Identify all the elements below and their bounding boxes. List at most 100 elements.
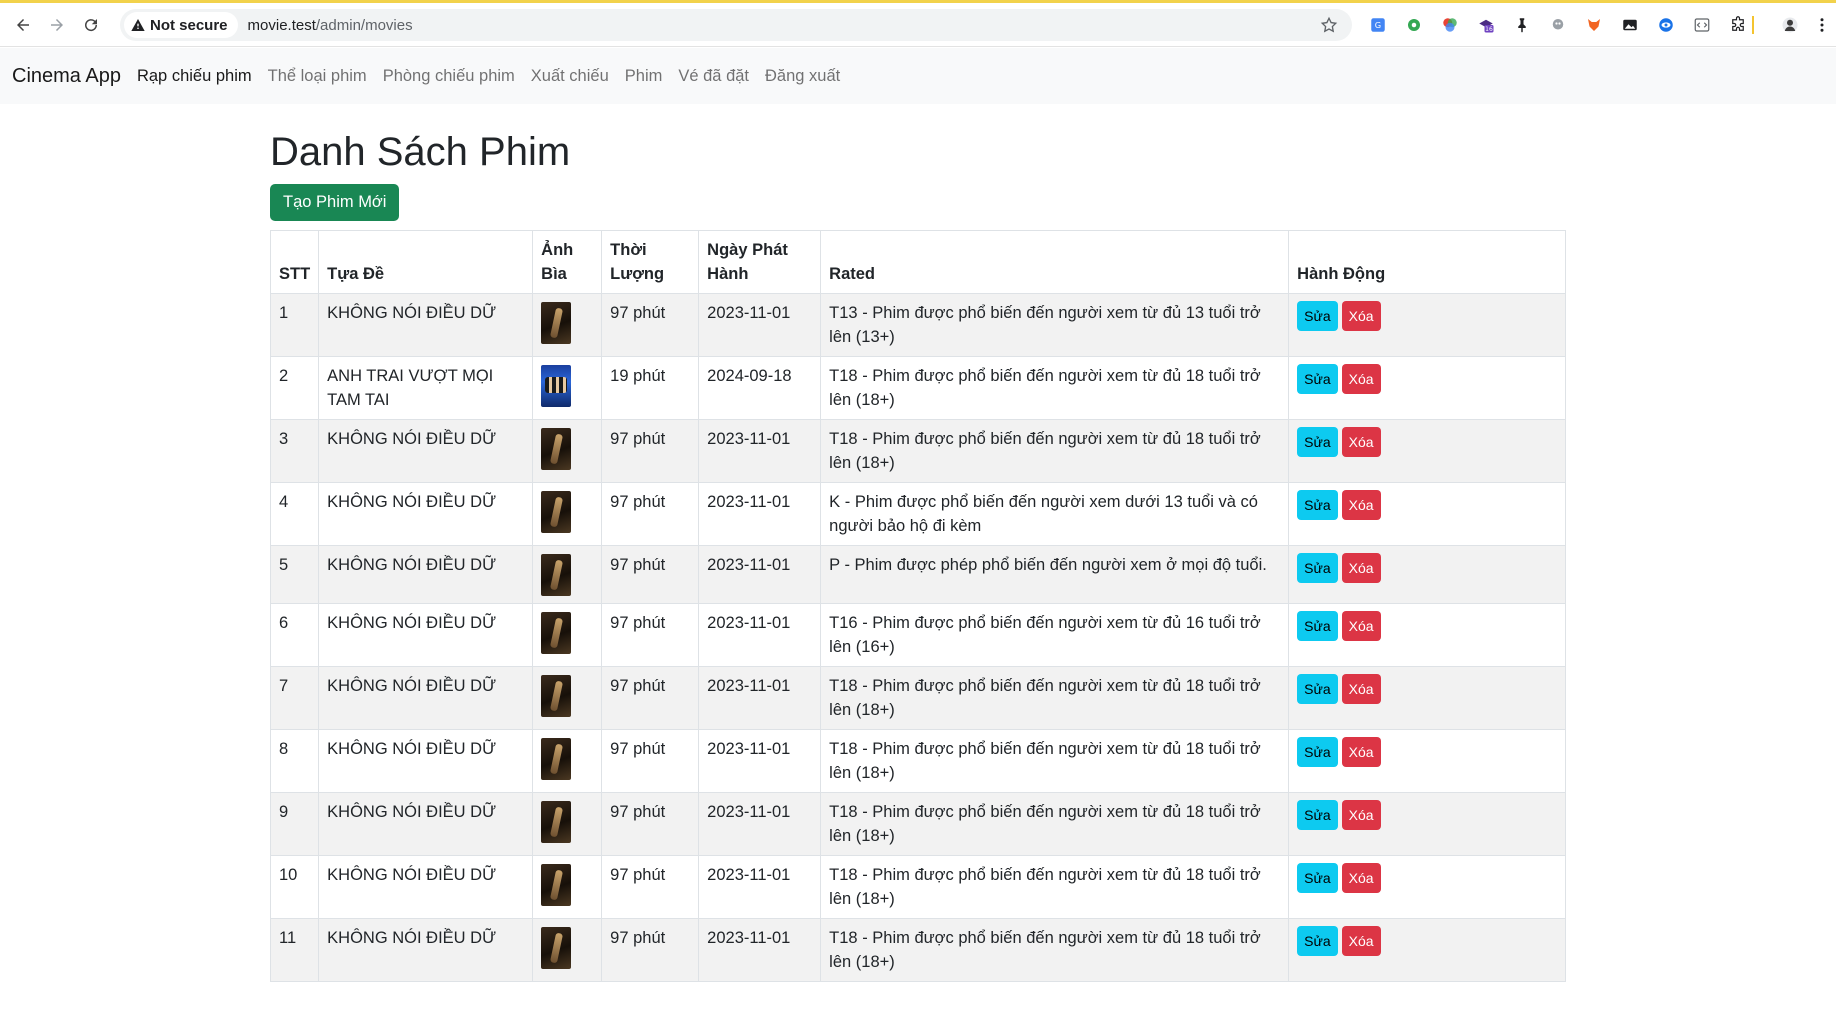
cell-duration: 19 phút [601,356,700,420]
brand-logo-text[interactable]: Cinema App [12,65,121,88]
edit-button[interactable]: Sửa [1297,553,1338,583]
delete-button[interactable]: Xóa [1341,301,1381,331]
cell-rated: T18 - Phim được phổ biến đến người xem t… [820,356,1290,420]
url-path: /admin/movies [315,16,413,34]
cell-poster [532,482,603,546]
cell-rated: T18 - Phim được phổ biến đến người xem t… [820,855,1290,919]
table-row: 6 KHÔNG NÓI ĐIỀU DỮ 97 phút 2023-11-01 T16 -… [269,603,1566,667]
puzzle-extensions-icon[interactable] [1728,15,1748,35]
hat-extension-icon[interactable]: 16 [1476,15,1496,35]
cell-release: 2023-11-01 [698,792,822,856]
address-bar[interactable]: Not secure movie.test/admin/movies [120,9,1352,41]
cell-poster [532,356,603,420]
delete-button[interactable]: Xóa [1341,737,1381,767]
nav-links: Rạp chiếu phim Thể loại phim Phòng chiếu… [137,67,856,86]
delete-button[interactable]: Xóa [1341,364,1381,394]
cell-stt: 9 [269,792,320,856]
edit-button[interactable]: Sửa [1297,364,1338,394]
cell-rated: T18 - Phim được phổ biến đến người xem t… [820,792,1290,856]
security-chip[interactable]: Not secure [124,12,238,38]
movie-poster-image [541,864,572,906]
movie-poster-image [541,491,572,533]
delete-button[interactable]: Xóa [1341,553,1381,583]
row-actions: Sửa Xóa [1297,926,1557,956]
delete-button[interactable]: Xóa [1341,800,1381,830]
cell-stt: 5 [269,545,320,604]
cell-stt: 11 [269,918,320,982]
movies-table: STT Tựa Đề Ảnh Bìa Thời Lượng Ngày Phát … [269,230,1566,982]
cell-title: KHÔNG NÓI ĐIỀU DỮ [318,482,534,546]
translate-extension-icon[interactable]: G [1368,15,1388,35]
cell-rated: T18 - Phim được phổ biến đến người xem t… [820,729,1290,793]
nav-link-movies[interactable]: Phim [625,67,663,86]
nav-link-genres[interactable]: Thể loại phim [268,67,367,86]
ghost-extension-icon[interactable] [1548,15,1568,35]
edit-button[interactable]: Sửa [1297,800,1338,830]
gear-extension-icon[interactable] [1404,15,1424,35]
cell-rated: P - Phim được phép phổ biến đến người xe… [820,545,1290,604]
edit-button[interactable]: Sửa [1297,611,1338,641]
image-extension-icon[interactable] [1620,15,1640,35]
cell-stt: 3 [269,419,320,483]
cell-actions: Sửa Xóa [1288,666,1566,730]
cell-actions: Sửa Xóa [1288,419,1566,483]
delete-button[interactable]: Xóa [1341,926,1381,956]
delete-button[interactable]: Xóa [1341,490,1381,520]
cell-poster [532,792,603,856]
pin-extension-icon[interactable] [1512,15,1532,35]
row-actions: Sửa Xóa [1297,490,1557,520]
cell-duration: 97 phút [601,419,700,483]
extension-badge: 16 [1485,26,1493,33]
nav-link-showtimes[interactable]: Xuất chiếu [531,67,609,86]
back-icon[interactable] [12,14,34,36]
more-menu-icon[interactable] [1812,15,1832,35]
cell-release: 2023-11-01 [698,855,822,919]
delete-button[interactable]: Xóa [1341,611,1381,641]
delete-button[interactable]: Xóa [1341,674,1381,704]
edit-button[interactable]: Sửa [1297,427,1338,457]
cell-title: KHÔNG NÓI ĐIỀU DỮ [318,855,534,919]
table-row: 1 KHÔNG NÓI ĐIỀU DỮ 97 phút 2023-11-01 T13 -… [269,293,1566,357]
nav-link-theaters[interactable]: Rạp chiếu phim [137,67,252,86]
nav-link-rooms[interactable]: Phòng chiếu phim [383,67,515,86]
cell-poster [532,603,603,667]
bookmark-star-icon[interactable] [1320,16,1338,34]
create-movie-button[interactable]: Tạo Phim Mới [270,184,400,221]
cell-duration: 97 phút [601,545,700,604]
cell-release: 2023-11-01 [698,545,822,604]
cell-title: KHÔNG NÓI ĐIỀU DỮ [318,293,534,357]
cell-poster [532,729,603,793]
movie-poster-image [541,554,572,596]
nav-link-tickets[interactable]: Vé đã đặt [678,67,749,86]
edit-button[interactable]: Sửa [1297,301,1338,331]
row-actions: Sửa Xóa [1297,427,1557,457]
cell-duration: 97 phút [601,918,700,982]
table-row: 5 KHÔNG NÓI ĐIỀU DỮ 97 phút 2023-11-01 P - P… [269,545,1566,604]
nav-link-logout[interactable]: Đăng xuất [765,67,840,86]
cell-stt: 4 [269,482,320,546]
delete-button[interactable]: Xóa [1341,863,1381,893]
page-title: Danh Sách Phim [270,130,571,174]
edit-button[interactable]: Sửa [1297,737,1338,767]
forward-icon[interactable] [46,14,68,36]
url-text[interactable]: movie.test/admin/movies [248,17,413,34]
cell-duration: 97 phút [601,603,700,667]
reload-icon[interactable] [80,14,102,36]
table-row: 10 KHÔNG NÓI ĐIỀU DỮ 97 phút 2023-11-01 T18 … [269,855,1566,919]
code-extension-icon[interactable] [1692,15,1712,35]
edit-button[interactable]: Sửa [1297,926,1338,956]
fox-extension-icon[interactable] [1584,15,1604,35]
movie-poster-image [541,927,572,969]
edit-button[interactable]: Sửa [1297,490,1338,520]
delete-button[interactable]: Xóa [1341,427,1381,457]
profile-avatar-icon[interactable] [1780,15,1800,35]
header-duration: Thời Lượng [601,230,700,294]
cell-actions: Sửa Xóa [1288,918,1566,982]
cell-stt: 8 [269,729,320,793]
cell-title: KHÔNG NÓI ĐIỀU DỮ [318,792,534,856]
edit-button[interactable]: Sửa [1297,863,1338,893]
eye-extension-icon[interactable] [1656,15,1676,35]
color-wheel-extension-icon[interactable] [1440,15,1460,35]
edit-button[interactable]: Sửa [1297,674,1338,704]
cell-duration: 97 phút [601,792,700,856]
